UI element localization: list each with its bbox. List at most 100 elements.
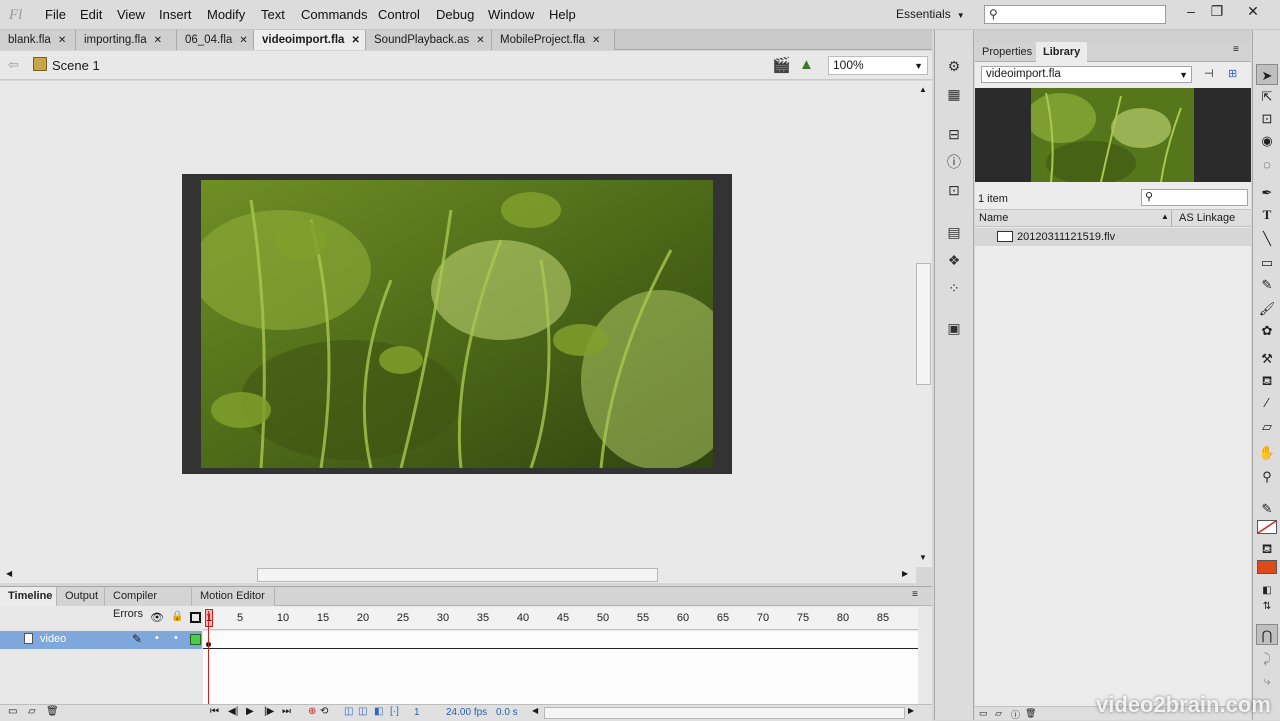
brush-tool-icon[interactable]: 🖌 [1256, 298, 1278, 319]
horizontal-scroll-thumb[interactable] [257, 568, 658, 582]
eyedropper-tool-icon[interactable]: ⁄ [1256, 392, 1278, 413]
new-folder-icon[interactable]: ▱ [995, 708, 1002, 719]
go-to-first-frame-icon[interactable]: ⏮ [210, 706, 219, 717]
sort-ascending-icon[interactable]: ▲ [1161, 212, 1169, 221]
eraser-tool-icon[interactable]: ▱ [1256, 416, 1278, 437]
column-name[interactable]: Name [979, 212, 1008, 224]
new-folder-icon[interactable]: ▱ [28, 706, 36, 717]
onion-outlines-icon[interactable]: ◫ [358, 706, 367, 717]
menu-view[interactable]: View [117, 7, 145, 22]
play-icon[interactable]: ▶ [246, 706, 254, 717]
stage-horizontal-scrollbar[interactable]: ◀ ▶ [0, 567, 916, 583]
tab-soundplayback[interactable]: SoundPlayback.as ✕ [366, 30, 492, 50]
swap-colors-icon[interactable]: ⇅ [1256, 596, 1278, 617]
frames-grid[interactable] [203, 611, 918, 705]
column-as-linkage[interactable]: AS Linkage [1179, 212, 1235, 224]
align-icon[interactable]: ⊟ [943, 124, 965, 144]
bone-tool-icon[interactable]: ⚒ [1256, 348, 1278, 369]
paint-bucket-tool-icon[interactable]: ⛾ [1256, 370, 1278, 391]
color-swatches-icon[interactable]: ▦ [943, 84, 965, 104]
modify-markers-icon[interactable]: [·] [390, 706, 399, 717]
line-tool-icon[interactable]: ╲ [1256, 228, 1278, 249]
tab-importing[interactable]: importing.fla ✕ [76, 30, 177, 50]
deco-tool-icon[interactable]: ✿ [1256, 320, 1278, 341]
code-snippets-icon[interactable]: ▤ [943, 222, 965, 242]
pen-tool-icon[interactable]: ✒ [1256, 182, 1278, 203]
tab-mobileproject[interactable]: MobileProject.fla ✕ [492, 30, 615, 50]
fill-color-icon[interactable]: ⛾ [1256, 538, 1278, 559]
menu-insert[interactable]: Insert [159, 7, 192, 22]
movie-explorer-icon[interactable]: ⁘ [943, 278, 965, 298]
straighten-icon[interactable]: ⤷ [1256, 670, 1278, 691]
lock-dot[interactable]: • [174, 632, 178, 644]
tab-timeline[interactable]: Timeline [0, 587, 57, 606]
hand-tool-icon[interactable]: ✋ [1256, 442, 1278, 463]
lock-icon[interactable]: 🔒 [171, 611, 183, 622]
current-frame[interactable]: 1 [414, 707, 420, 718]
smooth-icon[interactable]: ⤸ [1256, 648, 1278, 669]
zoom-tool-icon[interactable]: ⚲ [1256, 466, 1278, 487]
zoom-select[interactable]: 100% ▼ [828, 56, 928, 75]
new-library-panel-icon[interactable]: ⊞ [1228, 67, 1237, 80]
maximize-button[interactable]: ❐ [1202, 2, 1232, 22]
library-item-name[interactable]: 20120311121519.flv [1017, 228, 1115, 246]
timeline-horizontal-scroll-thumb[interactable] [544, 707, 905, 719]
library-search-input[interactable]: ⚲ [1141, 189, 1248, 206]
menu-commands[interactable]: Commands [301, 7, 367, 22]
tab-06-04[interactable]: 06_04.fla ✕ [177, 30, 254, 50]
step-back-icon[interactable]: ◀| [228, 706, 238, 717]
scroll-down-icon[interactable]: ▼ [919, 553, 927, 562]
layer-name[interactable]: video [40, 633, 66, 645]
menu-control[interactable]: Control [378, 7, 420, 22]
lasso-tool-icon[interactable]: ◌ [1256, 154, 1278, 175]
project-icon[interactable]: ▣ [943, 318, 965, 338]
motion-presets-icon[interactable]: ⚙ [943, 56, 965, 76]
tab-compiler-errors[interactable]: Compiler Errors [105, 587, 192, 620]
close-icon[interactable]: ✕ [476, 35, 484, 46]
panel-menu-icon[interactable]: ≡ [912, 589, 918, 600]
menu-window[interactable]: Window [488, 7, 534, 22]
video-frame-image[interactable] [201, 180, 713, 468]
frame-rate[interactable]: 24.00 fps [446, 707, 487, 718]
snap-to-objects-icon[interactable]: ⋂ [1256, 624, 1278, 645]
text-tool-icon[interactable]: T [1256, 204, 1278, 225]
go-to-last-frame-icon[interactable]: ⏭ [282, 706, 291, 717]
step-forward-icon[interactable]: |▶ [264, 706, 274, 717]
free-transform-tool-icon[interactable]: ⊡ [1256, 108, 1278, 129]
loop-icon[interactable]: ⟲ [320, 706, 328, 717]
onion-skin-icon[interactable]: ◫ [344, 706, 353, 717]
info-icon[interactable]: ⓘ [943, 152, 965, 172]
scroll-right-icon[interactable]: ▶ [902, 569, 908, 578]
selection-tool-icon[interactable]: ➤ [1256, 64, 1278, 85]
workspace-switcher[interactable]: Essentials ▼ [896, 7, 965, 21]
tab-library[interactable]: Library [1036, 42, 1088, 62]
pin-icon[interactable]: ⊣ [1204, 67, 1214, 80]
scroll-right-icon[interactable]: ▶ [908, 706, 914, 715]
properties-icon[interactable]: ⓘ [1011, 708, 1020, 721]
close-button[interactable]: ✕ [1238, 2, 1268, 22]
panel-menu-icon[interactable]: ≡ [1233, 44, 1239, 55]
menu-help[interactable]: Help [549, 7, 576, 22]
vertical-scroll-thumb[interactable] [916, 263, 931, 385]
components-icon[interactable]: ❖ [943, 250, 965, 270]
edit-scene-icon[interactable]: 🎬 [772, 56, 791, 74]
stage-vertical-scrollbar[interactable]: ▲ ▼ [916, 81, 932, 567]
edit-symbols-icon[interactable]: ▲ [799, 56, 814, 73]
menu-debug[interactable]: Debug [436, 7, 474, 22]
menu-modify[interactable]: Modify [207, 7, 245, 22]
help-search-input[interactable]: ⚲ [984, 5, 1166, 24]
edit-multiple-frames-icon[interactable]: ◧ [374, 706, 383, 717]
center-frame-icon[interactable]: ⊕ [308, 706, 316, 717]
tab-videoimport[interactable]: videoimport.fla ✕ [254, 30, 366, 50]
close-icon[interactable]: ✕ [592, 35, 600, 46]
visibility-dot[interactable]: • [155, 632, 159, 644]
layer-row[interactable]: video ✎ • • [0, 631, 202, 649]
pencil-tool-icon[interactable]: ✎ [1256, 274, 1278, 295]
tab-motion-editor[interactable]: Motion Editor [192, 587, 275, 606]
scroll-left-icon[interactable]: ◀ [6, 569, 12, 578]
library-item[interactable]: 20120311121519.flv [975, 228, 1251, 246]
library-document-select[interactable]: videoimport.fla ▼ [981, 66, 1192, 83]
close-icon[interactable]: ✕ [351, 35, 359, 46]
new-layer-icon[interactable]: ▭ [8, 706, 17, 717]
menu-edit[interactable]: Edit [80, 7, 102, 22]
